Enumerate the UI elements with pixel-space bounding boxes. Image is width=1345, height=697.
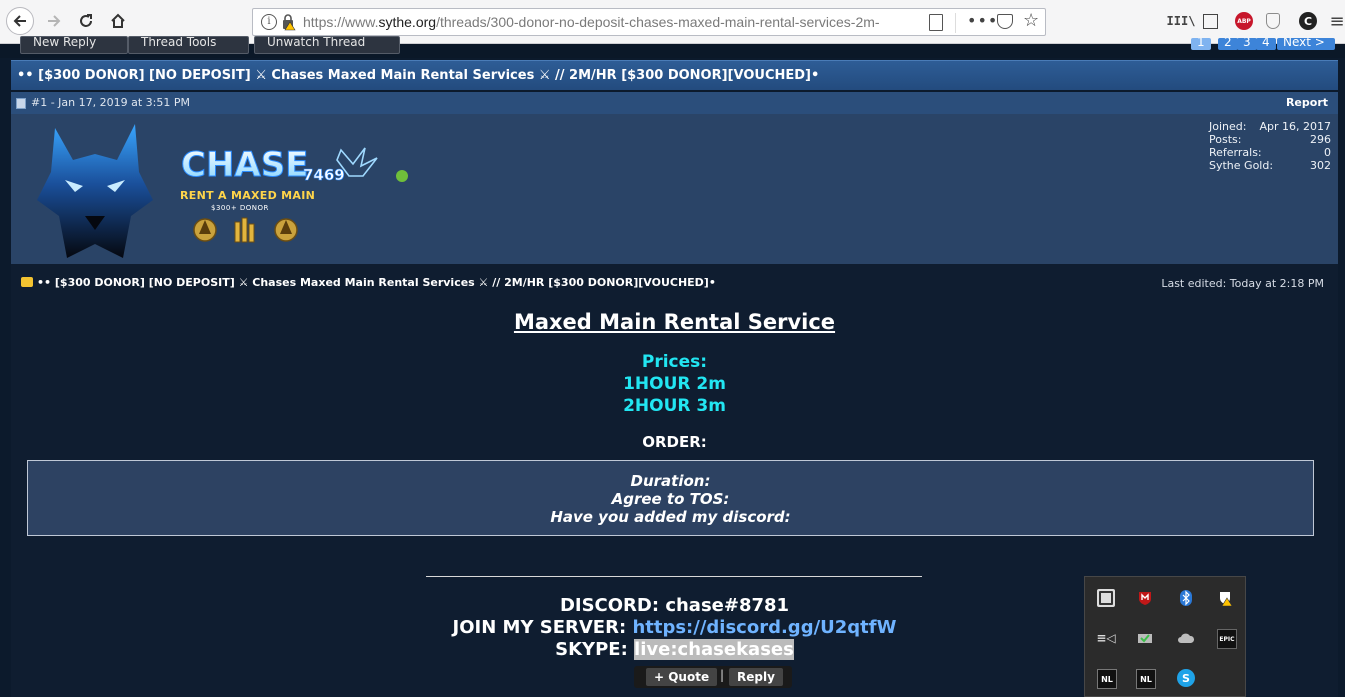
hamburger-menu-icon[interactable]: ≡ — [1328, 11, 1345, 32]
chase-signature-logo: CHASE 7469 — [181, 145, 378, 186]
report-link[interactable]: Report — [1286, 92, 1328, 114]
speaker-settings-icon[interactable]: ≡◁ — [1096, 629, 1115, 647]
library-icon[interactable]: III\ — [1167, 12, 1196, 30]
home-icon — [111, 13, 125, 28]
skype-id-selected[interactable]: live:chasekases — [634, 639, 794, 660]
thread-title-bar: •• [$300 DONOR] [NO DEPOSIT] ⚔ Chases Ma… — [11, 60, 1338, 90]
order-label: ORDER: — [642, 433, 707, 451]
adblock-plus-icon[interactable]: ABP — [1235, 12, 1253, 30]
sidebar-icon[interactable] — [1203, 14, 1218, 29]
post-heading: Maxed Main Rental Service — [513, 310, 836, 334]
post-meta-bar: #1 - Jan 17, 2019 at 3:51 PM Report — [11, 92, 1338, 114]
epic-games-icon[interactable]: EPIC — [1217, 629, 1237, 649]
gold-helm-medal-right — [274, 218, 298, 242]
last-edited: Last edited: Today at 2:18 PM — [1161, 277, 1324, 290]
bookmark-star-icon[interactable]: ☆ — [1023, 10, 1039, 31]
online-status-icon — [396, 170, 408, 182]
discord-invite-link[interactable]: https://discord.gg/U2qtfW — [632, 617, 896, 638]
arrow-left-icon — [13, 15, 26, 27]
svg-text:7469: 7469 — [303, 166, 345, 184]
quote-button[interactable]: + Quote — [646, 668, 718, 686]
prices-label: Prices: — [641, 352, 708, 372]
reload-button[interactable] — [72, 7, 100, 35]
wolf-avatar[interactable] — [35, 120, 155, 260]
info-icon[interactable]: i — [261, 14, 277, 30]
post-number-date[interactable]: #1 - Jan 17, 2019 at 3:51 PM — [31, 96, 190, 109]
user-stats: Joined: Apr 16, 2017 Posts: 296 Referrals:… — [1209, 120, 1331, 172]
unwatch-thread-button[interactable]: Unwatch Thread — [254, 36, 400, 54]
url-separator — [955, 13, 956, 33]
trophy-medals — [193, 217, 298, 243]
nl-app-icon-2[interactable]: NL — [1136, 669, 1156, 689]
next-page-button[interactable]: Next > — [1277, 38, 1335, 50]
post-doc-icon — [16, 98, 26, 109]
order-field-discord: Have you added my discord: — [550, 508, 791, 526]
page-3-button[interactable]: 3 — [1237, 38, 1257, 50]
stat-joined: Joined: Apr 16, 2017 — [1209, 120, 1331, 133]
stat-referrals: Referrals: 0 — [1209, 146, 1331, 159]
privacy-shield-icon[interactable] — [1266, 13, 1280, 29]
button-separator: | — [720, 668, 725, 682]
address-bar[interactable]: i https://www.sythe.org/threads/300-dono… — [252, 8, 1046, 36]
reader-view-icon[interactable] — [929, 14, 943, 31]
page-actions-icon[interactable]: ••• — [967, 11, 998, 30]
page-2-button[interactable]: 2 — [1218, 38, 1238, 50]
skype-icon[interactable]: S — [1177, 669, 1195, 687]
home-button[interactable] — [104, 7, 132, 35]
system-tray-overflow: ≡◁ EPIC NL NL S — [1084, 576, 1246, 697]
gold-coins-medal — [234, 217, 255, 243]
mcafee-icon[interactable] — [1136, 589, 1154, 607]
stat-posts: Posts: 296 — [1209, 133, 1331, 146]
gold-helm-medal-left — [193, 218, 217, 242]
order-field-tos: Agree to TOS: — [611, 490, 730, 508]
gold-icon — [21, 277, 33, 287]
post-title: •• [$300 DONOR] [NO DEPOSIT] ⚔ Chases Ma… — [21, 276, 716, 289]
arrow-right-icon — [48, 15, 61, 27]
thread-title: •• [$300 DONOR] [NO DEPOSIT] ⚔ Chases Ma… — [17, 68, 820, 83]
user-rank-title: RENT A MAXED MAIN — [180, 189, 316, 202]
onedrive-icon[interactable] — [1177, 629, 1195, 647]
insecure-lock-icon[interactable] — [281, 13, 297, 31]
divider — [426, 576, 922, 577]
post-action-bar: + Quote | Reply — [634, 666, 792, 688]
page-1-button[interactable]: 1 — [1191, 38, 1211, 50]
network-icon[interactable] — [1136, 629, 1154, 647]
stat-sythe-gold: Sythe Gold: 302 — [1209, 159, 1331, 172]
donor-label: $300+ DONOR — [211, 204, 269, 212]
bluetooth-icon[interactable] — [1177, 589, 1195, 607]
svg-text:CHASE: CHASE — [181, 145, 308, 185]
page-4-button[interactable]: 4 — [1256, 38, 1276, 50]
ccleaner-icon[interactable]: C — [1299, 12, 1317, 30]
toolbar-strip: New Reply Thread Tools Unwatch Thread 1 … — [0, 36, 1345, 58]
pocket-icon[interactable] — [997, 14, 1013, 29]
gog-galaxy-icon[interactable] — [1097, 589, 1115, 607]
new-reply-button[interactable]: New Reply — [20, 36, 128, 54]
url-text[interactable]: https://www.sythe.org/threads/300-donor-… — [303, 14, 903, 30]
forward-button[interactable] — [40, 7, 68, 35]
order-field-duration: Duration: — [630, 472, 711, 490]
reload-icon — [80, 14, 92, 27]
windows-security-icon[interactable] — [1217, 589, 1235, 607]
back-button[interactable] — [6, 7, 34, 35]
reply-button[interactable]: Reply — [729, 668, 783, 686]
thread-tools-button[interactable]: Thread Tools — [128, 36, 249, 54]
price-1hour: 1HOUR 2m — [623, 374, 726, 394]
nl-app-icon[interactable]: NL — [1097, 669, 1117, 689]
order-form-box: Duration: Agree to TOS: Have you added m… — [27, 460, 1314, 536]
user-info-bar: CHASE 7469 RENT A MAXED MAIN $300+ DONOR… — [11, 114, 1338, 265]
price-2hour: 2HOUR 3m — [623, 396, 726, 416]
